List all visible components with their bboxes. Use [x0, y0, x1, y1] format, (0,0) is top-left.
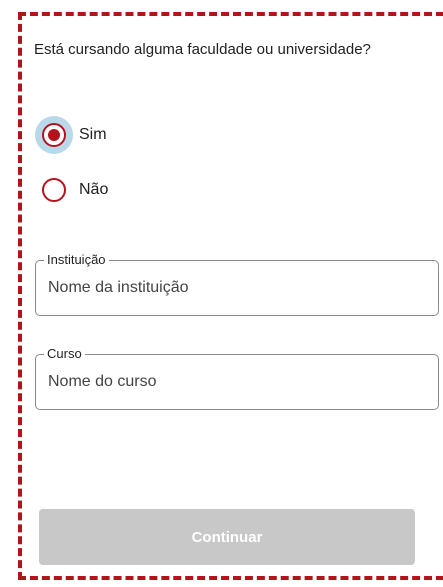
radio-unselected-icon[interactable] — [40, 176, 68, 204]
radio-option-sim[interactable]: Sim — [35, 116, 107, 154]
course-input[interactable] — [36, 355, 438, 409]
radio-label-sim: Sim — [79, 126, 107, 143]
institution-field[interactable]: Instituição — [35, 252, 439, 316]
radio-label-nao: Não — [79, 181, 109, 198]
radio-option-nao[interactable]: Não — [40, 176, 108, 204]
course-field[interactable]: Curso — [35, 346, 439, 410]
question-text: Está cursando alguma faculdade ou univer… — [34, 41, 371, 58]
radio-selected-icon[interactable] — [35, 116, 73, 154]
continue-button[interactable]: Continuar — [39, 509, 415, 565]
institution-input[interactable] — [36, 261, 438, 315]
